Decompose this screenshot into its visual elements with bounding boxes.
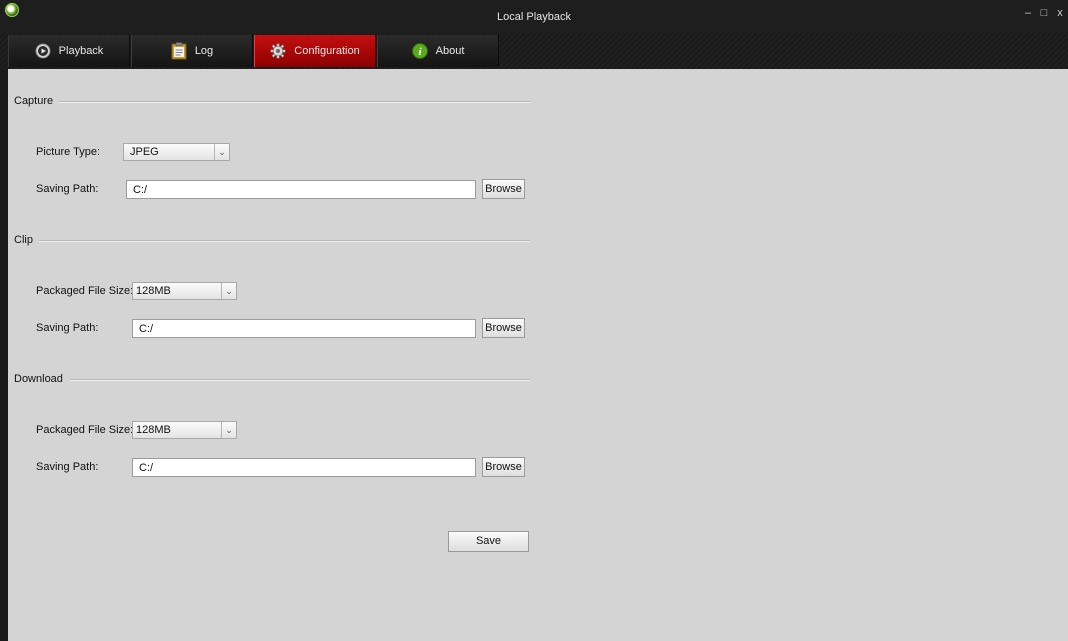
- capture-saving-path-input[interactable]: [126, 180, 476, 199]
- section-divider: [58, 101, 530, 103]
- tab-bar: Playback Log Configuration i About: [0, 33, 1068, 69]
- log-clipboard-icon: [171, 42, 187, 60]
- tab-log[interactable]: Log: [131, 35, 253, 67]
- section-divider: [34, 240, 530, 242]
- tab-label: Log: [194, 45, 214, 57]
- title-bar: Local Playback – □ x: [0, 0, 1068, 34]
- picture-type-value: JPEG: [130, 146, 159, 158]
- capture-saving-path-label: Saving Path:: [36, 183, 99, 195]
- download-file-size-value: 128MB: [136, 424, 171, 436]
- maximize-icon[interactable]: □: [1038, 6, 1050, 20]
- minimize-icon[interactable]: –: [1022, 6, 1034, 20]
- section-divider: [70, 379, 530, 381]
- download-saving-path-label: Saving Path:: [36, 461, 99, 473]
- section-title-capture: Capture: [14, 94, 60, 108]
- clip-file-size-value: 128MB: [136, 285, 171, 297]
- section-title-download: Download: [14, 372, 69, 386]
- window-title: Local Playback: [497, 11, 571, 23]
- play-circle-icon: [35, 43, 51, 59]
- info-icon: i: [411, 43, 428, 59]
- save-button[interactable]: Save: [448, 531, 529, 552]
- download-browse-button[interactable]: Browse: [482, 457, 525, 477]
- download-file-size-select[interactable]: 128MB ⌄: [132, 421, 237, 439]
- clip-saving-path-label: Saving Path:: [36, 322, 99, 334]
- download-file-size-label: Packaged File Size:: [36, 424, 134, 436]
- window-controls: – □ x: [1022, 6, 1066, 20]
- tab-label: Configuration: [294, 45, 360, 57]
- chevron-down-icon: ⌄: [221, 422, 236, 438]
- chevron-down-icon: ⌄: [214, 144, 229, 160]
- configuration-panel: Capture Picture Type: JPEG ⌄ Saving Path…: [8, 69, 1068, 641]
- picture-type-label: Picture Type:: [36, 146, 100, 158]
- tab-label: Playback: [58, 45, 104, 57]
- download-saving-path-input[interactable]: [132, 458, 476, 477]
- tab-playback[interactable]: Playback: [8, 35, 130, 67]
- clip-file-size-label: Packaged File Size:: [36, 285, 134, 297]
- tab-label: About: [435, 45, 465, 57]
- tab-configuration[interactable]: Configuration: [254, 35, 376, 67]
- close-icon[interactable]: x: [1054, 6, 1066, 20]
- chevron-down-icon: ⌄: [221, 283, 236, 299]
- picture-type-select[interactable]: JPEG ⌄: [123, 143, 230, 161]
- capture-browse-button[interactable]: Browse: [482, 179, 525, 199]
- clip-file-size-select[interactable]: 128MB ⌄: [132, 282, 237, 300]
- clip-saving-path-input[interactable]: [132, 319, 476, 338]
- left-border: [0, 69, 8, 641]
- section-title-clip: Clip: [14, 233, 39, 247]
- clip-browse-button[interactable]: Browse: [482, 318, 525, 338]
- tab-about[interactable]: i About: [377, 35, 499, 67]
- gear-icon: [270, 43, 286, 59]
